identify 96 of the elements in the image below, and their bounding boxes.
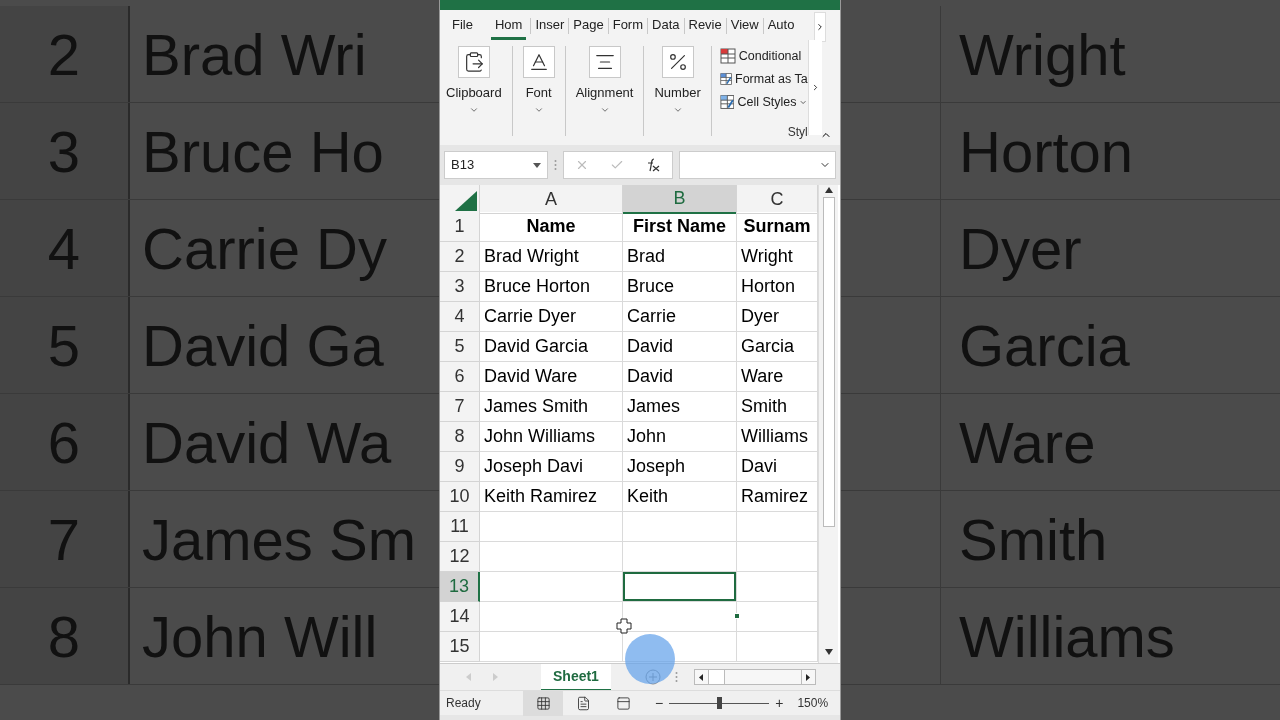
ribbon-tab[interactable]: Data	[648, 12, 684, 40]
table-cell: First Name	[623, 212, 737, 242]
table-cell: Joseph	[623, 452, 737, 482]
row-header[interactable]: 11	[440, 512, 480, 542]
cell-text: Ware	[959, 408, 1096, 477]
table-cell: Keith Ramirez	[480, 482, 623, 512]
cell-text: Bruce Ho	[142, 117, 384, 186]
table-cell: Joseph Davi	[480, 452, 623, 482]
table-cell: David	[623, 332, 737, 362]
ribbon-tab[interactable]: Hom	[490, 12, 527, 40]
group-label: Styl	[787, 124, 808, 141]
table-cell: Name	[480, 212, 623, 242]
table-cell: Bruce Horton	[480, 272, 623, 302]
scroll-down-icon[interactable]	[824, 649, 833, 655]
table-cell: James	[623, 392, 737, 422]
cell-text: James Sm	[142, 505, 416, 574]
table-cell: David Ware	[480, 362, 623, 392]
row-header[interactable]: 13	[440, 572, 480, 602]
table-cell: Keith	[623, 482, 737, 512]
cell-text: Williams	[959, 602, 1175, 671]
triangle-icon	[455, 191, 477, 211]
view-button[interactable]	[523, 690, 563, 716]
scroll-left-icon[interactable]	[699, 673, 704, 681]
cell-text: Dyer	[959, 214, 1082, 283]
row-header[interactable]: 14	[440, 602, 480, 632]
scroll-up-icon[interactable]	[824, 187, 833, 193]
row-header[interactable]: 3	[440, 272, 480, 302]
ribbon-tab[interactable]: Inser	[531, 12, 569, 40]
row-header[interactable]: 6	[440, 362, 480, 392]
table-cell: David Garcia	[480, 332, 623, 362]
page-icon	[575, 695, 591, 711]
row-header[interactable]: 4	[440, 302, 480, 332]
table-cell: John Williams	[480, 422, 623, 452]
insert-function-icon[interactable]	[645, 158, 662, 172]
table-cell: Brad Wright	[480, 242, 623, 272]
style-command[interactable]: Format as Ta	[719, 69, 808, 89]
row-header[interactable]: 9	[440, 452, 480, 482]
grid-icon	[535, 695, 551, 711]
style-command[interactable]: Cell Styles	[719, 92, 808, 112]
fill-handle	[734, 613, 740, 619]
name-box[interactable]: B13	[444, 151, 548, 179]
cell-text: Brad Wri	[142, 20, 367, 89]
ribbon-tab[interactable]: Revie	[684, 12, 726, 40]
zoom-slider[interactable]	[669, 696, 770, 710]
ribbon-tab[interactable]: Auto	[763, 12, 799, 40]
zoom-in-button[interactable]: +	[775, 692, 784, 714]
ribbon-group-button[interactable]: Number	[648, 40, 707, 115]
horizontal-scrollbar[interactable]	[693, 669, 816, 685]
scroll-thumb[interactable]	[822, 197, 835, 527]
cell-text: Carrie Dy	[142, 214, 387, 283]
row-header[interactable]: 7	[440, 392, 480, 422]
ribbon-group-button[interactable]: Clipboard	[440, 40, 508, 115]
cell-text: Garcia	[959, 311, 1130, 380]
formula-input[interactable]	[679, 151, 836, 179]
vertical-scrollbar[interactable]	[818, 185, 838, 663]
cell-text: David Wa	[142, 408, 392, 477]
cell-text: Wright	[959, 20, 1126, 89]
row-header[interactable]: 10	[440, 482, 480, 512]
row-header[interactable]: 8	[440, 422, 480, 452]
conditional-format-icon	[719, 48, 736, 64]
table-cell: Bruce	[623, 272, 737, 302]
sheet-tab[interactable]: Sheet1	[541, 663, 611, 691]
column-header[interactable]: B	[623, 185, 737, 214]
table-cell: David	[623, 362, 737, 392]
table-format-icon	[719, 71, 732, 87]
cell-cursor-icon	[616, 618, 632, 634]
ribbon-tab[interactable]: Form	[608, 12, 648, 40]
table-cell: James Smith	[480, 392, 623, 422]
ribbon-group-button[interactable]: Font	[516, 40, 561, 115]
zoom-level[interactable]: 150%	[797, 694, 829, 712]
page-break-icon	[615, 695, 631, 711]
row-header[interactable]: 1	[440, 212, 480, 242]
table-cell: Carrie	[623, 302, 737, 332]
table-cell: Brad	[623, 242, 737, 272]
table-cell: Carrie Dyer	[480, 302, 623, 332]
cell-styles-icon	[719, 94, 735, 110]
ribbon-tab[interactable]: Page	[569, 12, 608, 40]
ribbon-tab[interactable]: File	[448, 12, 477, 40]
cell-text: John Will	[142, 602, 378, 671]
row-header[interactable]: 5	[440, 332, 480, 362]
cell-text: Horton	[959, 117, 1134, 186]
row-header[interactable]: 2	[440, 242, 480, 272]
chevron-right-icon	[815, 22, 825, 32]
cell-text: David Ga	[142, 311, 384, 380]
status-text: Ready	[446, 695, 482, 712]
table-cell: John	[623, 422, 737, 452]
row-header[interactable]: 15	[440, 632, 480, 662]
ribbon-tab[interactable]: View	[726, 12, 763, 40]
cell-text: Smith	[959, 505, 1108, 574]
row-header[interactable]: 12	[440, 542, 480, 572]
zoom-out-button[interactable]: −	[655, 692, 664, 714]
drag-handle-icon	[674, 671, 678, 683]
style-command[interactable]: Conditional	[719, 46, 808, 66]
ribbon-group-button[interactable]: Alignment	[569, 40, 640, 115]
drag-handle-icon	[554, 159, 557, 171]
scroll-right-icon[interactable]	[806, 673, 811, 681]
